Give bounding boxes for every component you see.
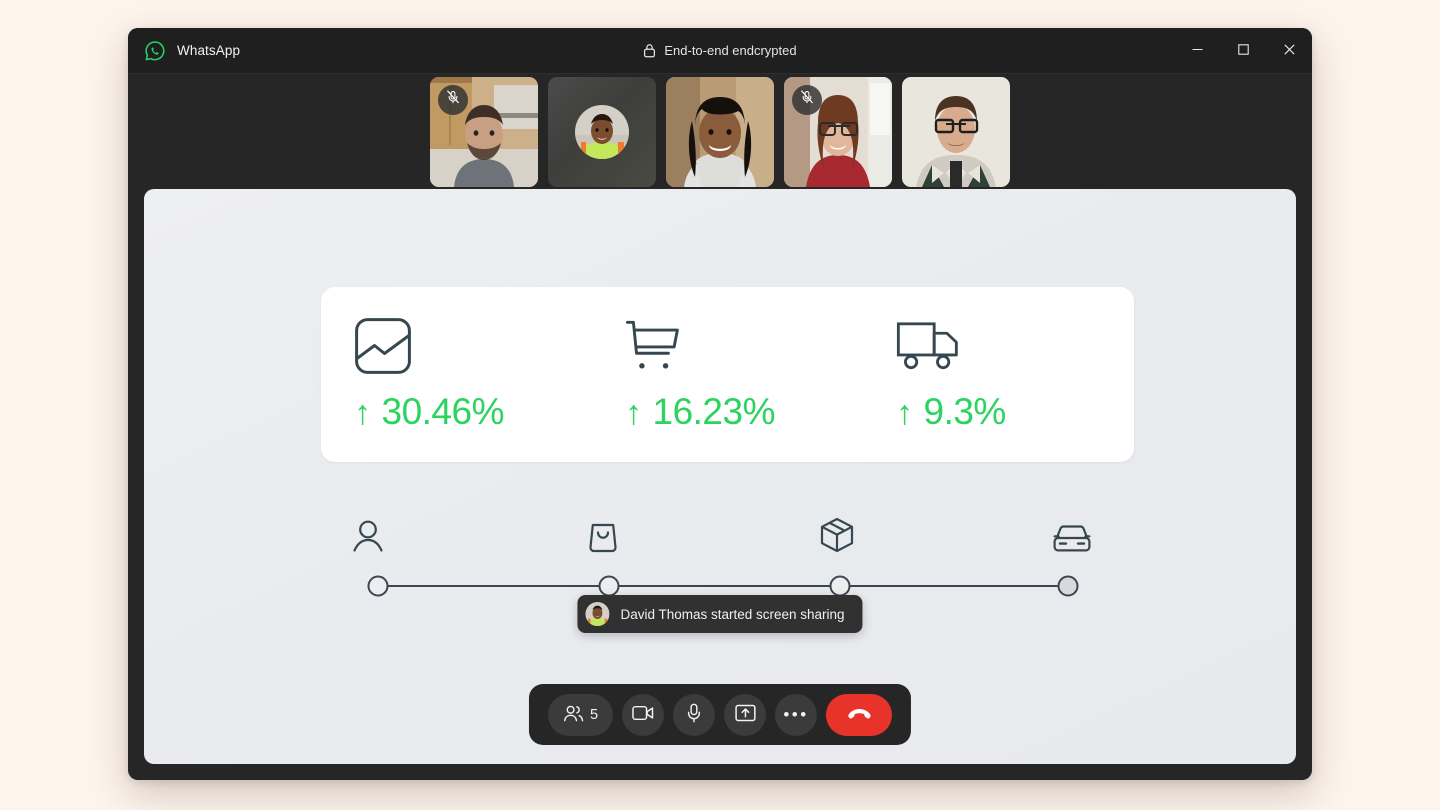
shopping-bag-icon [588,507,618,553]
microphone-icon [686,703,702,726]
stat-item: ↑ 16.23% [592,287,863,462]
delivery-truck-icon [896,317,962,375]
share-screen-icon [734,704,756,725]
stat-item: ↑ 30.46% [321,287,592,462]
end-call-button[interactable] [826,693,893,736]
stat-percent: 30.46% [381,390,505,432]
encryption-indicator: End-to-end endcrypted [128,43,1312,58]
stepper-dot[interactable] [1057,575,1079,597]
up-arrow-icon: ↑ [354,393,371,432]
stepper-icons [353,507,1091,557]
encryption-label: End-to-end endcrypted [664,43,797,58]
maximize-icon [1237,42,1249,60]
david-thomas-avatar [585,602,610,626]
maximize-button[interactable] [1220,28,1266,74]
shared-screen-content: ↑ 30.46% ↑ 16.23% ↑ 9.3% David Thomas st… [144,189,1296,764]
whatsapp-logo-icon [144,40,166,62]
screen-share-toast: David Thomas started screen sharing [577,595,863,633]
stat-value: ↑ 9.3% [896,391,1006,433]
whatsapp-call-window: WhatsApp End-to-end endcrypted ↑ 30.46% … [128,28,1312,780]
titlebar: WhatsApp End-to-end endcrypted [128,28,1312,74]
stepper-dot[interactable] [598,575,620,597]
stepper-dot[interactable] [829,575,851,597]
participant-strip [128,74,1312,189]
participant-tile[interactable] [666,76,774,187]
microphone-button[interactable] [673,693,716,736]
stepper-track [378,585,1062,587]
person-icon [352,507,384,553]
participant-video [666,76,774,187]
participants-button[interactable]: 5 [547,693,614,736]
mute-badge [438,84,468,115]
app-name: WhatsApp [177,43,241,58]
avatar [575,104,629,159]
participants-count: 5 [589,706,599,723]
stat-percent: 9.3% [923,390,1007,432]
participant-tile[interactable] [902,76,1010,187]
lock-icon [643,43,656,58]
order-progress-stepper [353,507,1091,602]
shopping-cart-icon [625,317,683,375]
participant-tile[interactable] [784,76,892,187]
more-horizontal-icon: ••• [783,705,809,724]
stats-card: ↑ 30.46% ↑ 16.23% ↑ 9.3% [321,287,1134,462]
toast-message: David Thomas started screen sharing [620,606,845,622]
stepper-dot[interactable] [367,575,389,597]
mute-badge [792,84,822,115]
app-brand: WhatsApp [128,40,240,62]
stat-percent: 16.23% [652,390,776,432]
stat-value: ↑ 30.46% [354,391,504,433]
close-button[interactable] [1266,28,1312,74]
stat-value: ↑ 16.23% [625,391,775,433]
people-icon [563,704,584,726]
up-arrow-icon: ↑ [625,393,642,432]
minimize-button[interactable] [1174,28,1220,74]
up-arrow-icon: ↑ [896,393,913,432]
car-icon [1053,507,1091,553]
more-options-button[interactable]: ••• [775,693,818,736]
participant-tile[interactable] [430,76,538,187]
participant-video [902,76,1010,187]
call-controls: 5 ••• [528,684,912,745]
package-box-icon [820,507,854,553]
close-icon [1283,42,1295,60]
image-chart-icon [354,317,412,375]
share-screen-button[interactable] [724,693,767,736]
mic-off-icon [799,89,815,110]
stat-item: ↑ 9.3% [863,287,1134,462]
end-call-icon [847,706,872,724]
participant-tile[interactable] [548,76,656,187]
mic-off-icon [445,89,461,110]
minimize-icon [1192,42,1203,60]
window-controls [1174,28,1312,74]
camera-button[interactable] [622,693,665,736]
video-camera-icon [632,705,654,724]
